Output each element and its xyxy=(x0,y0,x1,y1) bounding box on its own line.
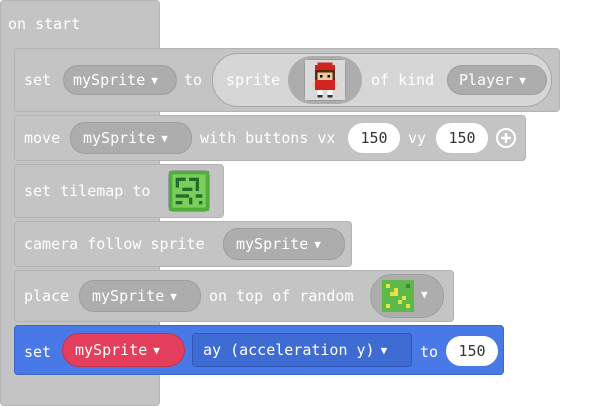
property-label: ay (acceleration y) xyxy=(203,341,375,359)
variable-label: mySprite xyxy=(92,287,165,305)
variable-label: mySprite xyxy=(73,71,146,89)
place-label: place xyxy=(24,287,70,305)
move-label: move xyxy=(24,129,61,147)
chevron-down-icon: ▼ xyxy=(314,238,321,251)
acceleration-value-input[interactable]: 150 xyxy=(446,336,498,366)
variable-label: mySprite xyxy=(83,129,156,147)
camera-follow-label: camera follow sprite xyxy=(24,235,205,253)
vy-input[interactable]: 150 xyxy=(436,123,488,153)
property-dropdown[interactable]: ay (acceleration y) ▼ xyxy=(192,333,412,367)
variable-dropdown-mysprite[interactable]: mySprite ▼ xyxy=(63,65,177,95)
kind-dropdown-player[interactable]: Player ▼ xyxy=(447,65,547,95)
on-top-of-random-label: on top of random xyxy=(209,287,354,305)
to-label: to xyxy=(184,71,203,89)
set-label: set xyxy=(24,343,52,361)
set-tilemap-label: set tilemap to xyxy=(24,182,151,200)
chevron-down-icon: ▼ xyxy=(153,344,160,357)
on-start-label: on start xyxy=(8,15,81,33)
chevron-down-icon: ▼ xyxy=(380,344,388,357)
chevron-down-icon: ▼ xyxy=(421,288,428,301)
chevron-down-icon: ▼ xyxy=(161,132,168,145)
chevron-down-icon: ▼ xyxy=(519,74,526,87)
to-label: to xyxy=(420,343,439,361)
variable-label: mySprite xyxy=(236,235,309,253)
variable-dropdown-mysprite[interactable]: mySprite ▼ xyxy=(223,228,345,260)
variable-dropdown-mysprite[interactable]: mySprite ▼ xyxy=(79,280,201,312)
variable-label: mySprite xyxy=(75,341,148,359)
tile-icon[interactable] xyxy=(382,280,414,312)
player-sprite-icon[interactable] xyxy=(304,59,346,101)
chevron-down-icon: ▼ xyxy=(170,290,177,303)
sprite-label: sprite xyxy=(226,71,281,89)
chevron-down-icon: ▼ xyxy=(151,74,158,87)
tilemap-icon[interactable] xyxy=(168,170,210,212)
of-kind-label: of kind xyxy=(371,71,435,89)
variable-dropdown-mysprite[interactable]: mySprite ▼ xyxy=(62,333,185,367)
kind-label: Player xyxy=(459,71,514,89)
variable-dropdown-mysprite[interactable]: mySprite ▼ xyxy=(70,122,192,154)
plus-circle-icon[interactable] xyxy=(495,127,517,149)
vy-label: vy xyxy=(408,129,427,147)
with-buttons-vx-label: with buttons vx xyxy=(200,129,336,147)
vx-input[interactable]: 150 xyxy=(348,123,400,153)
set-label: set xyxy=(24,71,52,89)
